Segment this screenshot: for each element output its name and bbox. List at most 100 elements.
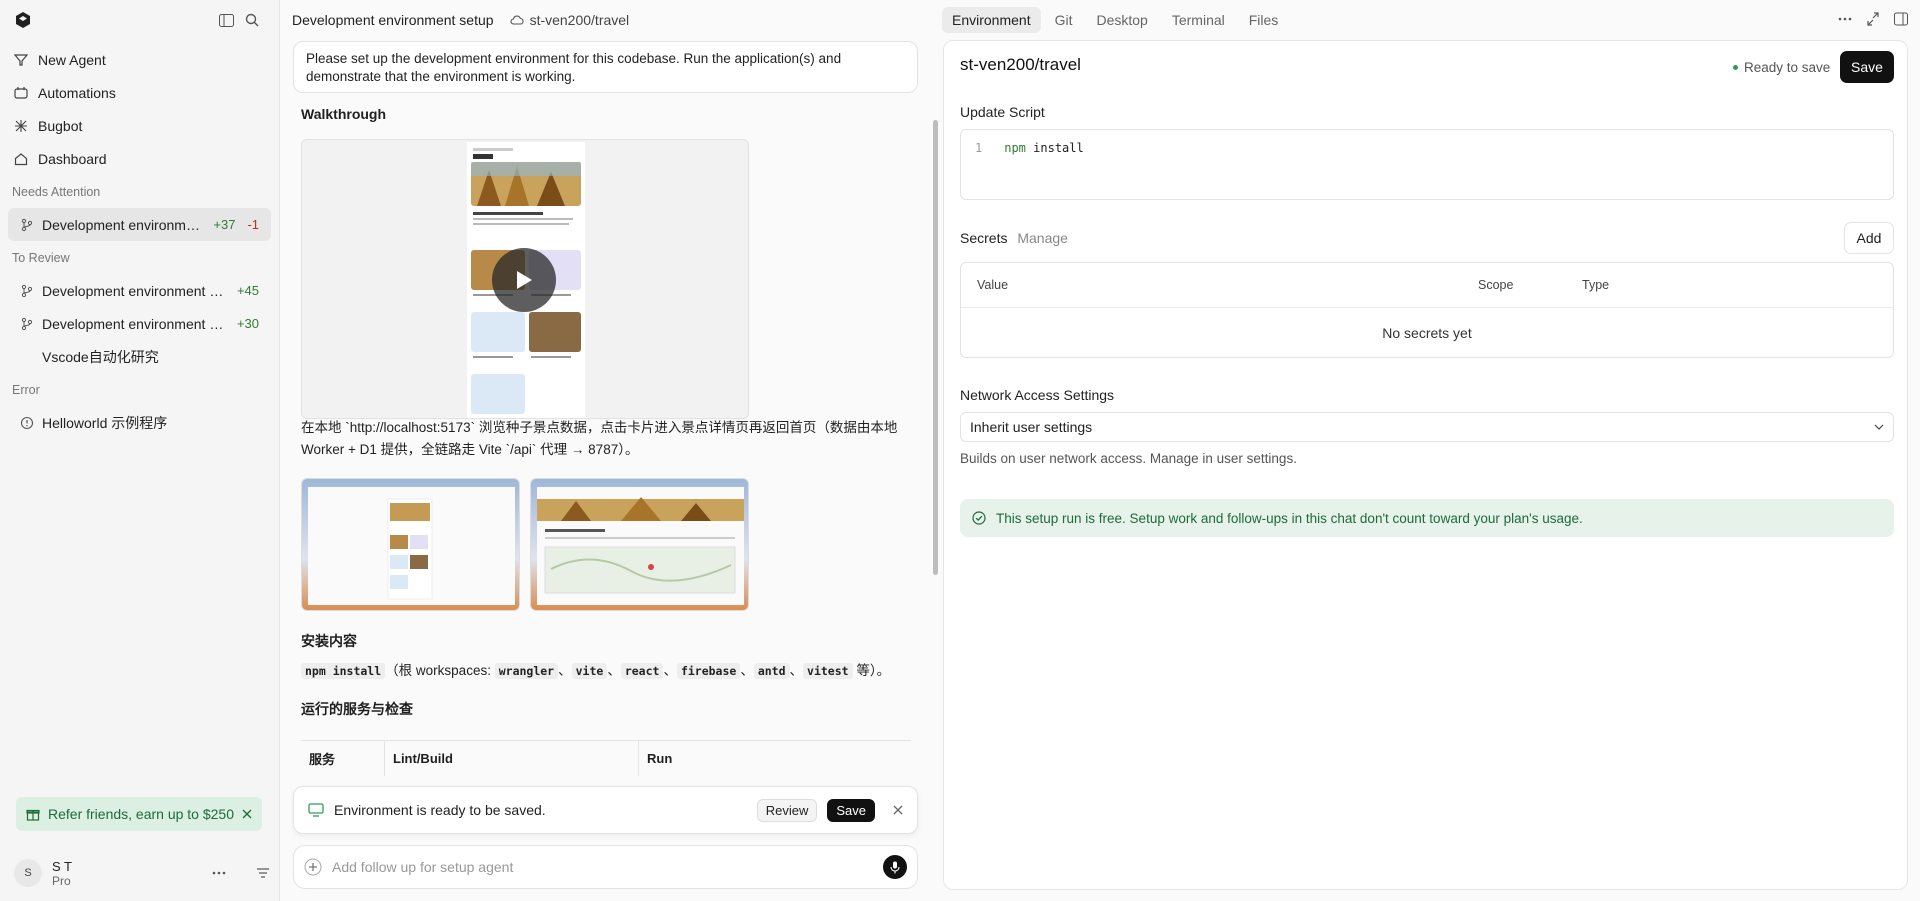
save-environment-toast: Environment is ready to be saved. Review…: [293, 786, 918, 834]
nav-automations[interactable]: Automations: [0, 76, 279, 109]
selected-value: Inherit user settings: [970, 419, 1093, 435]
code-command: npm: [1004, 141, 1026, 155]
network-help-text: Builds on user network access. Manage in…: [960, 451, 1297, 466]
chevron-down-icon: [1874, 424, 1884, 430]
agent-icon: [14, 53, 28, 66]
tab-terminal[interactable]: Terminal: [1162, 7, 1235, 33]
referral-text: Refer friends, earn up to $250: [48, 806, 235, 822]
toggle-sidebar-icon[interactable]: [213, 7, 239, 33]
follow-up-composer[interactable]: Add follow up for setup agent: [293, 845, 918, 889]
nav-new-agent[interactable]: New Agent: [0, 43, 279, 76]
save-button[interactable]: Save: [1840, 51, 1894, 83]
nav-label: Automations: [38, 84, 116, 101]
task-label: Vscode自动化研究: [42, 348, 159, 365]
task-item[interactable]: Helloworld 示例程序: [8, 406, 271, 439]
help-text: Builds on user network access. Manage in: [960, 451, 1213, 466]
user-settings-link[interactable]: user settings.: [1217, 451, 1297, 466]
referral-banner[interactable]: Refer friends, earn up to $250: [16, 797, 262, 831]
table-header-cell: 服务: [301, 741, 385, 776]
task-item[interactable]: Vscode自动化研究: [8, 340, 271, 373]
error-icon: [20, 416, 34, 429]
walkthrough-description: 在本地 `http://localhost:5173` 浏览种子景点数据，点击卡…: [301, 417, 897, 461]
code-line: 1 npm install: [975, 141, 1084, 155]
screenshot-thumbnail[interactable]: [301, 478, 520, 611]
nav-label: Bugbot: [38, 117, 83, 134]
additions-count: +30: [236, 316, 259, 331]
user-profile[interactable]: S S T Pro: [14, 856, 270, 890]
microphone-button[interactable]: [883, 855, 907, 879]
toast-text: Environment is ready to be saved.: [334, 802, 546, 818]
install-details: npm install （根 workspaces: wrangler、 vite、…: [301, 660, 890, 682]
expand-icon[interactable]: [1866, 10, 1880, 28]
app-logo-icon[interactable]: [14, 11, 32, 29]
network-access-select[interactable]: Inherit user settings: [960, 412, 1894, 442]
package-name: react: [620, 663, 664, 679]
secrets-label: Secrets: [960, 230, 1008, 246]
task-label: Development environment se...: [42, 315, 229, 332]
table-header-row: 服务 Lint/Build Run: [301, 741, 911, 776]
table-header-cell: Lint/Build: [385, 741, 639, 776]
package-name: vitest: [803, 663, 853, 679]
walkthrough-video[interactable]: [301, 139, 749, 419]
user-plan: Pro: [52, 873, 71, 888]
review-button[interactable]: Review: [756, 798, 818, 822]
filter-icon[interactable]: [256, 867, 270, 879]
task-item[interactable]: Development environment... +37 -1: [8, 208, 271, 241]
install-text-end: 等）。: [856, 663, 891, 678]
chat-scrollbar[interactable]: [933, 120, 938, 575]
more-icon[interactable]: [1838, 10, 1852, 28]
branch-icon: [21, 284, 33, 297]
add-icon[interactable]: [304, 858, 322, 876]
close-icon[interactable]: [893, 805, 903, 815]
task-label: Development environment...: [42, 216, 206, 233]
monitor-icon: [308, 803, 324, 817]
toast-save-button[interactable]: Save: [827, 798, 875, 822]
section-needs-attention: Needs Attention: [12, 184, 101, 199]
tab-desktop[interactable]: Desktop: [1086, 7, 1157, 33]
task-label: Development environment se...: [42, 282, 229, 299]
add-secret-button[interactable]: Add: [1844, 222, 1894, 254]
close-icon[interactable]: [242, 809, 252, 819]
services-section-title: 运行的服务与检查: [301, 701, 413, 717]
package-name: firebase: [676, 663, 741, 679]
task-item[interactable]: Development environment se... +45: [8, 274, 271, 307]
branch-icon: [21, 218, 33, 231]
code-argument: install: [1033, 141, 1084, 155]
search-icon[interactable]: [239, 7, 265, 33]
avatar: S: [14, 859, 42, 887]
more-icon[interactable]: [212, 871, 226, 875]
bug-icon: [15, 119, 27, 132]
table-header-cell: Run: [647, 751, 673, 766]
tab-environment[interactable]: Environment: [942, 7, 1041, 33]
cloud-icon: [510, 15, 524, 25]
tab-git[interactable]: Git: [1045, 7, 1083, 33]
play-button[interactable]: [492, 248, 556, 312]
column-header: Value: [977, 278, 1009, 292]
toggle-panel-icon[interactable]: [1894, 10, 1908, 28]
package-name: vite: [571, 663, 608, 679]
additions-count: +37: [213, 217, 236, 232]
line-number: 1: [975, 141, 983, 155]
nav-bugbot[interactable]: Bugbot: [0, 109, 279, 142]
environment-settings: st-ven200/travel Ready to save Save Upda…: [943, 40, 1908, 890]
composer-input[interactable]: Add follow up for setup agent: [332, 859, 873, 875]
status-text: Ready to save: [1744, 60, 1831, 75]
network-access-label: Network Access Settings: [960, 387, 1115, 403]
save-status: Ready to save: [1733, 60, 1830, 75]
screenshot-thumbnail[interactable]: [530, 478, 749, 611]
panel-tabs: Environment Git Desktop Terminal Files: [942, 0, 1920, 40]
update-script-editor[interactable]: 1 npm install: [960, 129, 1894, 200]
install-command: npm install: [301, 663, 386, 679]
sidebar-header: [0, 0, 279, 40]
package-name: antd: [753, 663, 790, 679]
task-item[interactable]: Development environment se... +30: [8, 307, 271, 340]
home-icon: [14, 152, 28, 165]
repo-link[interactable]: st-ven200/travel: [510, 12, 629, 28]
table-header-row: Value Scope Type: [961, 263, 1893, 308]
nav-dashboard[interactable]: Dashboard: [0, 142, 279, 175]
tab-files[interactable]: Files: [1239, 7, 1289, 33]
play-icon: [517, 271, 532, 289]
manage-secrets-link[interactable]: Manage: [1017, 230, 1068, 246]
chat-title: Development environment setup: [292, 12, 494, 28]
microphone-icon: [890, 861, 900, 873]
